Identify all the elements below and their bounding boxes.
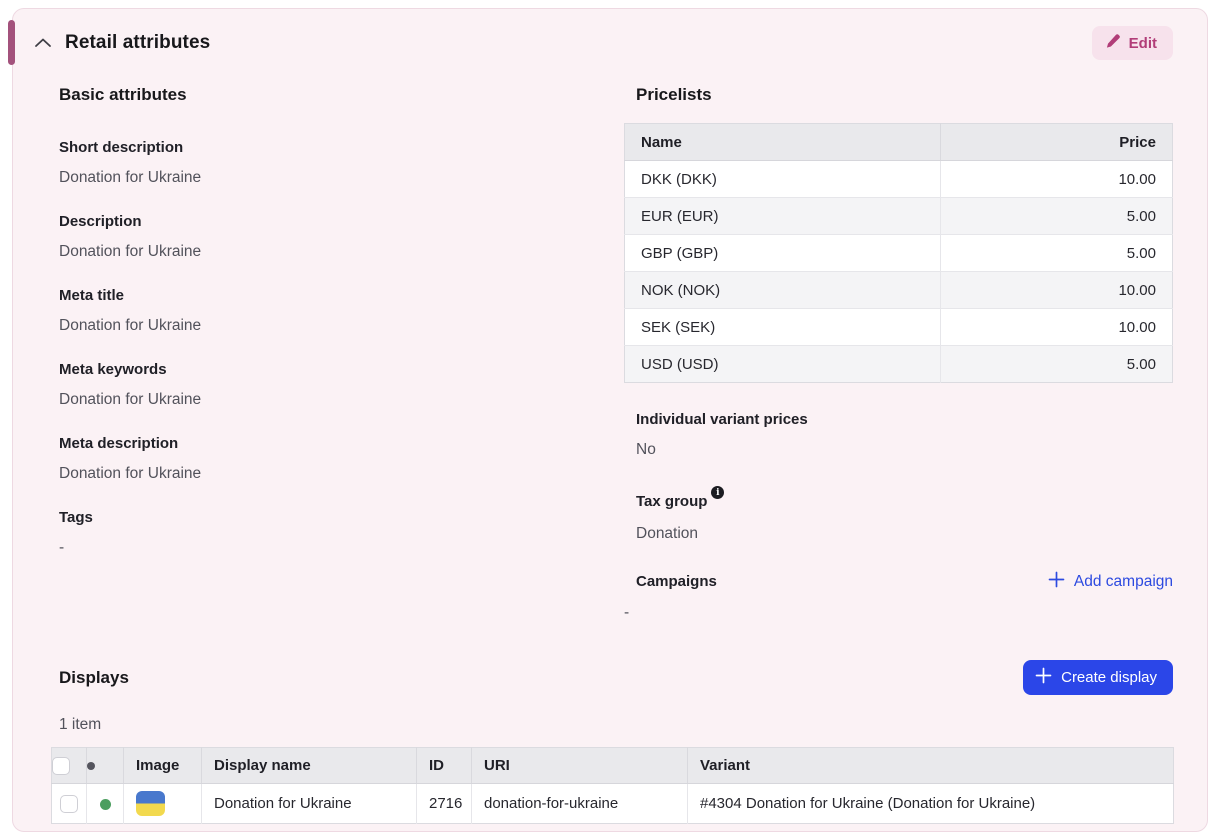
field-value: Donation for Ukraine: [59, 167, 624, 189]
pricelist-name: DKK (DKK): [625, 161, 941, 198]
field-value: Donation for Ukraine: [59, 241, 624, 263]
field-label: Tax group: [636, 491, 707, 513]
pencil-icon: [1105, 33, 1121, 53]
status-active-dot: [100, 799, 111, 810]
pricelist-name: GBP (GBP): [625, 235, 941, 272]
displays-table: Image Display name ID URI Variant Donati…: [51, 747, 1174, 824]
pricelist-price: 10.00: [941, 272, 1173, 309]
campaigns-value: -: [624, 602, 1173, 624]
pricelist-name: USD (USD): [625, 346, 941, 383]
item-count: 1 item: [59, 716, 1207, 734]
retail-attributes-panel: Retail attributes Edit Basic attributes …: [12, 8, 1208, 832]
field-label: Tags: [59, 507, 624, 529]
pricelist-name: NOK (NOK): [625, 272, 941, 309]
pricelist-row[interactable]: NOK (NOK) 10.00: [625, 272, 1173, 309]
displays-header-row: Image Display name ID URI Variant: [52, 748, 1174, 784]
pricelist-price: 10.00: [941, 309, 1173, 346]
pricelist-price: 10.00: [941, 161, 1173, 198]
field-individual-variant-prices: Individual variant prices No: [636, 409, 1173, 461]
display-image-ukraine-flag[interactable]: [136, 791, 165, 816]
page-title: Retail attributes: [65, 32, 210, 54]
pricelists-heading: Pricelists: [636, 83, 1173, 107]
pricelist-row[interactable]: EUR (EUR) 5.00: [625, 198, 1173, 235]
column-header-display-name: Display name: [202, 748, 417, 784]
add-campaign-label: Add campaign: [1074, 573, 1173, 591]
edit-button[interactable]: Edit: [1092, 26, 1173, 60]
display-uri-cell: donation-for-ukraine: [472, 784, 688, 824]
attribute-columns: Basic attributes Short description Donat…: [13, 61, 1207, 624]
field-label: Short description: [59, 137, 624, 159]
select-row-checkbox[interactable]: [60, 795, 78, 813]
pricelist-name: SEK (SEK): [625, 309, 941, 346]
panel-header: Retail attributes Edit: [13, 9, 1207, 61]
display-id-cell: 2716: [417, 784, 472, 824]
pricelists-section: Pricelists Name Price DKK (DKK) 10.00: [624, 83, 1173, 624]
pricelist-name: EUR (EUR): [625, 198, 941, 235]
display-row[interactable]: Donation for Ukraine 2716 donation-for-u…: [52, 784, 1174, 824]
displays-header: Displays Create display: [13, 660, 1207, 695]
field-meta-keywords: Meta keywords Donation for Ukraine: [59, 359, 624, 411]
field-short-description: Short description Donation for Ukraine: [59, 137, 624, 189]
field-label: Description: [59, 211, 624, 233]
basic-attributes-heading: Basic attributes: [59, 83, 624, 107]
section-accent-bar: [8, 20, 15, 65]
campaigns-row: Campaigns Add campaign: [636, 571, 1173, 593]
create-display-label: Create display: [1061, 669, 1157, 686]
field-label: Meta description: [59, 433, 624, 455]
column-header-id: ID: [417, 748, 472, 784]
pricelists-table: Name Price DKK (DKK) 10.00 EUR (EUR) 5.0…: [624, 123, 1173, 383]
field-tags: Tags -: [59, 507, 624, 559]
edit-button-label: Edit: [1129, 35, 1157, 52]
display-name-cell[interactable]: Donation for Ukraine: [202, 784, 417, 824]
pricelist-price: 5.00: [941, 198, 1173, 235]
field-value: Donation for Ukraine: [59, 463, 624, 485]
pricelists-header-row: Name Price: [625, 124, 1173, 161]
pricelist-row[interactable]: DKK (DKK) 10.00: [625, 161, 1173, 198]
select-all-checkbox[interactable]: [52, 757, 70, 775]
pricelist-price: 5.00: [941, 346, 1173, 383]
retail-attributes-page: Retail attributes Edit Basic attributes …: [0, 0, 1220, 840]
pricelist-row[interactable]: GBP (GBP) 5.00: [625, 235, 1173, 272]
field-value: Donation: [636, 523, 1173, 545]
basic-attributes-section: Basic attributes Short description Donat…: [59, 83, 624, 624]
pricelist-row[interactable]: SEK (SEK) 10.00: [625, 309, 1173, 346]
display-variant-cell: #4304 Donation for Ukraine (Donation for…: [688, 784, 1174, 824]
pricelist-row[interactable]: USD (USD) 5.00: [625, 346, 1173, 383]
campaigns-label: Campaigns: [636, 571, 717, 593]
field-tax-group: Tax group i Donation: [636, 491, 1173, 545]
column-header-uri: URI: [472, 748, 688, 784]
column-header-image: Image: [124, 748, 202, 784]
field-value: Donation for Ukraine: [59, 389, 624, 411]
info-icon[interactable]: i: [711, 486, 724, 499]
field-meta-title: Meta title Donation for Ukraine: [59, 285, 624, 337]
collapse-section-button[interactable]: [29, 29, 57, 57]
field-value: No: [636, 439, 1173, 461]
add-campaign-button[interactable]: Add campaign: [1048, 571, 1173, 593]
column-header-price: Price: [941, 124, 1173, 161]
chevron-up-icon: [34, 36, 52, 51]
field-value: Donation for Ukraine: [59, 315, 624, 337]
plus-icon: [1035, 667, 1052, 688]
field-label: Meta keywords: [59, 359, 624, 381]
status-column-icon: [87, 762, 95, 770]
displays-heading: Displays: [59, 666, 129, 690]
field-description: Description Donation for Ukraine: [59, 211, 624, 263]
column-header-name: Name: [625, 124, 941, 161]
field-value: -: [59, 537, 624, 559]
field-label: Individual variant prices: [636, 409, 1173, 431]
field-meta-description: Meta description Donation for Ukraine: [59, 433, 624, 485]
field-label: Meta title: [59, 285, 624, 307]
displays-section: Displays Create display 1 item: [13, 660, 1207, 824]
column-header-variant: Variant: [688, 748, 1174, 784]
plus-icon: [1048, 571, 1065, 593]
create-display-button[interactable]: Create display: [1023, 660, 1173, 695]
pricelist-price: 5.00: [941, 235, 1173, 272]
